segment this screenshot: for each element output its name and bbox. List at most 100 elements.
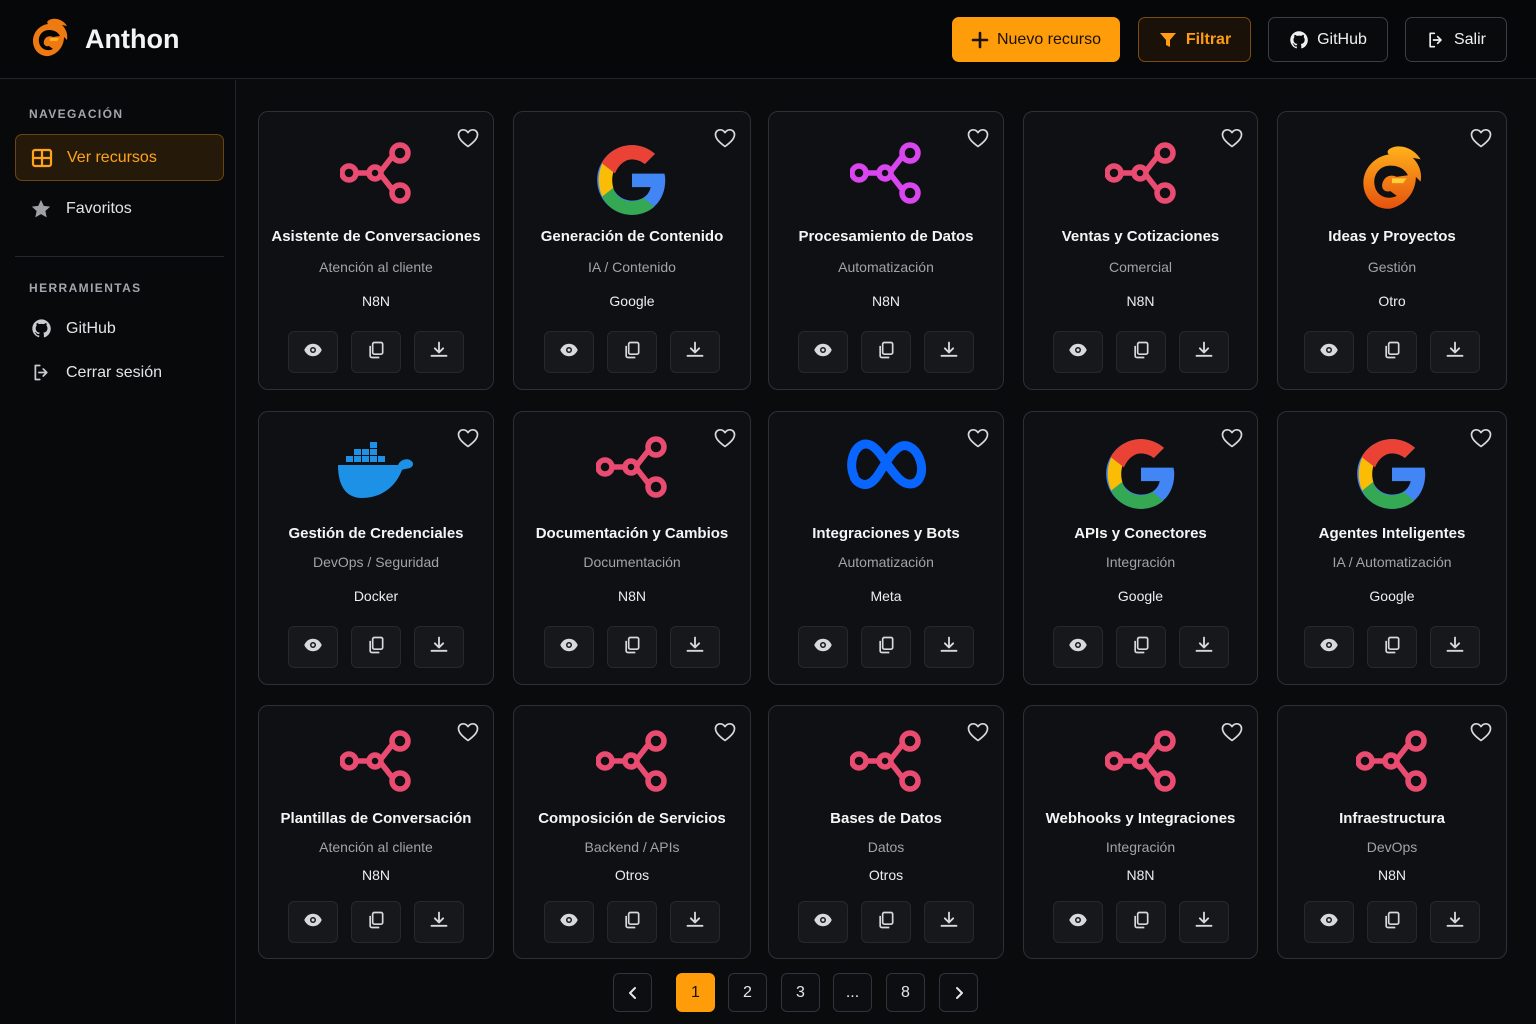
resource-card[interactable]: Procesamiento de Datos Automatización N8… xyxy=(768,111,1004,390)
view-button[interactable] xyxy=(544,626,594,668)
page-button-2[interactable]: 2 xyxy=(728,973,767,1012)
next-page-button[interactable] xyxy=(939,973,978,1012)
view-button[interactable] xyxy=(798,331,848,373)
copy-button[interactable] xyxy=(351,901,401,943)
resource-card[interactable]: Agentes Inteligentes IA / Automatización… xyxy=(1277,411,1507,685)
copy-button[interactable] xyxy=(1115,331,1166,373)
view-button[interactable] xyxy=(288,901,338,943)
download-button[interactable] xyxy=(1178,901,1229,943)
copy-button[interactable] xyxy=(607,626,657,668)
sidebar-item-resources[interactable]: Ver recursos xyxy=(15,134,224,181)
card-actions xyxy=(1278,626,1506,668)
resource-card[interactable]: Documentación y Cambios Documentación N8… xyxy=(513,411,751,685)
resource-card[interactable]: Gestión de Credenciales DevOps / Segurid… xyxy=(258,411,494,685)
resource-card[interactable]: Ideas y Proyectos Gestión Otro xyxy=(1277,111,1507,390)
brand[interactable]: Anthon xyxy=(28,16,179,62)
resource-card[interactable]: Webhooks y Integraciones Integración N8N xyxy=(1023,705,1258,959)
view-button[interactable] xyxy=(1304,901,1354,943)
copy-button[interactable] xyxy=(1115,901,1166,943)
card-category: Integración xyxy=(1105,839,1176,855)
view-button[interactable] xyxy=(798,901,848,943)
sidebar-item-logout[interactable]: Cerrar sesión xyxy=(15,349,224,396)
eye-icon xyxy=(1068,910,1088,935)
github-label: GitHub xyxy=(1317,30,1367,48)
copy-button[interactable] xyxy=(1367,331,1417,373)
view-button[interactable] xyxy=(1304,331,1354,373)
resource-card[interactable]: Integraciones y Bots Automatización Meta xyxy=(768,411,1004,685)
download-button[interactable] xyxy=(924,901,974,943)
card-provider: Otros xyxy=(614,867,650,883)
card-title: Webhooks y Integraciones xyxy=(1045,810,1236,827)
download-button[interactable] xyxy=(670,626,720,668)
page-button-3[interactable]: 3 xyxy=(781,973,820,1012)
resource-card[interactable]: APIs y Conectores Integración Google xyxy=(1023,411,1258,685)
view-button[interactable] xyxy=(1052,901,1103,943)
view-button[interactable] xyxy=(798,626,848,668)
copy-icon xyxy=(876,635,896,660)
download-button[interactable] xyxy=(1430,626,1480,668)
grid-icon xyxy=(30,146,54,170)
card-provider: N8N xyxy=(617,588,646,604)
card-actions xyxy=(259,331,493,373)
card-category: Automatización xyxy=(838,259,934,275)
page-button-8[interactable]: 8 xyxy=(886,973,925,1012)
card-title: Composición de Servicios xyxy=(538,810,726,827)
card-category: Backend / APIs xyxy=(584,839,680,855)
sidebar-item-label: Ver recursos xyxy=(67,148,157,166)
copy-button[interactable] xyxy=(351,626,401,668)
sidebar-item-label: Cerrar sesión xyxy=(66,363,163,381)
copy-button[interactable] xyxy=(607,331,657,373)
tools-section-title: HERRAMIENTAS xyxy=(29,281,142,295)
copy-button[interactable] xyxy=(1115,626,1166,668)
logout-icon xyxy=(29,361,53,385)
resource-card[interactable]: Infraestructura DevOps N8N xyxy=(1277,705,1507,959)
resource-card[interactable]: Asistente de Conversaciones Atención al … xyxy=(258,111,494,390)
card-actions xyxy=(1278,331,1506,373)
sidebar-item-label: GitHub xyxy=(66,319,116,337)
resource-card[interactable]: Ventas y Cotizaciones Comercial N8N xyxy=(1023,111,1258,390)
copy-button[interactable] xyxy=(861,626,911,668)
view-button[interactable] xyxy=(544,331,594,373)
filter-button[interactable]: Filtrar xyxy=(1138,17,1251,62)
download-button[interactable] xyxy=(670,331,720,373)
card-category: IA / Contenido xyxy=(588,259,676,275)
resource-card[interactable]: Generación de Contenido IA / Contenido G… xyxy=(513,111,751,390)
copy-button[interactable] xyxy=(1367,626,1417,668)
download-button[interactable] xyxy=(670,901,720,943)
card-category: Documentación xyxy=(583,554,681,570)
sidebar-item-favorites[interactable]: Favoritos xyxy=(15,185,224,232)
download-button[interactable] xyxy=(1430,331,1480,373)
view-button[interactable] xyxy=(288,626,338,668)
view-button[interactable] xyxy=(288,331,338,373)
copy-icon xyxy=(1131,340,1151,365)
view-button[interactable] xyxy=(1052,626,1103,668)
view-button[interactable] xyxy=(1304,626,1354,668)
sidebar-item-github[interactable]: GitHub xyxy=(15,305,224,352)
download-button[interactable] xyxy=(414,901,464,943)
download-button[interactable] xyxy=(1430,901,1480,943)
github-button[interactable]: GitHub xyxy=(1268,17,1388,62)
download-button[interactable] xyxy=(414,626,464,668)
new-resource-button[interactable]: Nuevo recurso xyxy=(952,17,1120,62)
exit-button[interactable]: Salir xyxy=(1405,17,1507,62)
copy-button[interactable] xyxy=(351,331,401,373)
resource-card[interactable]: Composición de Servicios Backend / APIs … xyxy=(513,705,751,959)
copy-button[interactable] xyxy=(861,331,911,373)
n8n-icon xyxy=(1024,730,1257,792)
download-button[interactable] xyxy=(414,331,464,373)
download-button[interactable] xyxy=(924,626,974,668)
copy-button[interactable] xyxy=(1367,901,1417,943)
copy-button[interactable] xyxy=(861,901,911,943)
page-button-1[interactable]: 1 xyxy=(676,973,715,1012)
prev-page-button[interactable] xyxy=(613,973,652,1012)
download-button[interactable] xyxy=(1178,626,1229,668)
card-actions xyxy=(1024,626,1257,668)
view-button[interactable] xyxy=(544,901,594,943)
resource-card[interactable]: Plantillas de Conversación Atención al c… xyxy=(258,705,494,959)
resource-card[interactable]: Bases de Datos Datos Otros xyxy=(768,705,1004,959)
view-button[interactable] xyxy=(1052,331,1103,373)
copy-button[interactable] xyxy=(607,901,657,943)
eye-icon xyxy=(303,910,323,935)
download-button[interactable] xyxy=(924,331,974,373)
download-button[interactable] xyxy=(1178,331,1229,373)
